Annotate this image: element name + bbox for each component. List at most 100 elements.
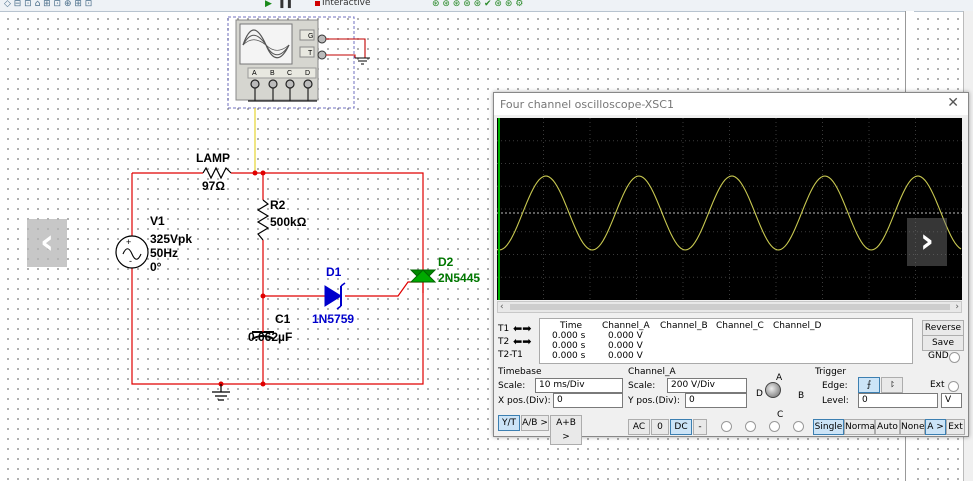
gnd-label: GND [928,351,949,361]
d1-diode[interactable] [324,282,346,310]
ground-symbol[interactable] [212,384,230,401]
dc-coupling-button[interactable]: DC [670,419,692,435]
channel-select-knob[interactable] [765,382,781,398]
t1-time: 0.000 s [552,331,586,341]
ext-label: Ext [930,380,945,390]
coupling-radio-1[interactable] [721,421,732,432]
source-phase: 0° [150,260,162,274]
zero-coupling-button[interactable]: 0 [651,419,669,435]
scroll-right-icon[interactable]: › [955,302,959,312]
d1-part: 1N5759 [312,312,354,326]
terminal-t[interactable] [317,50,327,60]
r2-resistor[interactable] [256,199,270,241]
cursor-readout-table: Time Channel_A Channel_B Channel_C Chann… [539,318,913,364]
t1-label: T1 [498,324,510,334]
r2-name: R2 [270,198,286,212]
junction-top [260,170,266,176]
lamp-resistor[interactable] [202,166,232,180]
terminal-b-label: B [270,70,275,77]
yt-mode-button[interactable]: Y/T [498,415,520,431]
coupling-radio-3[interactable] [769,421,780,432]
d2-thyristor[interactable] [409,269,437,283]
coupling-radio-2[interactable] [745,421,756,432]
chevron-right-icon: › [919,221,934,261]
ac-voltage-source[interactable] [115,235,149,269]
junction-bottom [260,381,266,387]
level-label: Level: [822,396,849,406]
t2-t1-label: T2-T1 [498,350,523,360]
falling-edge-icon[interactable]: ⥏ [881,377,903,393]
t2-t1-channel-a: 0.000 V [608,351,643,361]
gnd-radio[interactable] [949,352,960,363]
t2-arrows-icon[interactable]: ⬅➡ [513,335,531,348]
timebase-scale-field[interactable]: 10 ms/Div [535,378,623,393]
channel-scale-label: Scale: [628,381,656,391]
knob-b-label: B [798,391,805,401]
terminal-d-label: D [305,70,310,77]
auto-trigger-button[interactable]: Auto [875,419,900,435]
a-trigger-button[interactable]: A > [925,419,946,435]
close-icon[interactable]: ✕ [947,95,959,111]
header-channel-d: Channel_D [773,321,822,331]
t1-arrows-icon[interactable]: ⬅➡ [513,322,531,335]
none-trigger-button[interactable]: None [900,419,925,435]
c1-name: C1 [275,312,291,326]
svg-text:-: - [129,256,132,266]
ac-coupling-button[interactable]: AC [628,419,650,435]
coupling-radio-4[interactable] [793,421,804,432]
t2-label: T2 [498,337,510,347]
oscilloscope-title: Four channel oscilloscope-XSC1 [500,98,674,111]
oscilloscope-window[interactable]: Four channel oscilloscope-XSC1 ✕ › ‹ › T… [493,92,969,445]
terminal-d[interactable] [303,79,313,89]
timebase-title: Timebase [498,367,542,377]
t2-time: 0.000 s [552,341,586,351]
oscilloscope-display[interactable]: › [497,118,962,300]
ab-mode-button[interactable]: A/B > [521,415,549,431]
timebase-scale-label: Scale: [498,381,526,391]
invert-button[interactable]: - [693,419,707,435]
y-pos-field[interactable]: 0 [685,393,747,408]
terminal-a[interactable] [250,79,260,89]
level-field[interactable]: 0 [858,393,938,408]
ext-trigger-button[interactable]: Ext [946,419,965,435]
channel-scale-field[interactable]: 200 V/Div [667,378,747,393]
oscilloscope-titlebar[interactable]: Four channel oscilloscope-XSC1 ✕ [494,93,968,115]
trigger-title: Trigger [815,367,847,377]
next-image-button[interactable]: › [907,218,947,266]
terminal-c[interactable] [285,79,295,89]
knob-c-label: C [777,410,784,420]
t1-channel-a: 0.000 V [608,331,643,341]
level-unit-field[interactable]: V [941,393,962,408]
d2-name: D2 [438,255,454,269]
reverse-button[interactable]: Reverse [922,320,964,336]
single-trigger-button[interactable]: Single [813,419,844,435]
rising-edge-icon[interactable]: ⨍ [858,377,880,393]
terminal-b[interactable] [268,79,278,89]
knob-d-label: D [756,389,763,399]
source-voltage: 325Vpk [150,232,192,246]
edge-label: Edge: [822,381,848,391]
terminal-c-label: C [287,70,292,77]
header-time: Time [560,321,583,331]
a-plus-b-mode-button[interactable]: A+B > [550,415,582,445]
knob-a-label: A [776,373,783,383]
terminal-g[interactable] [317,34,327,44]
svg-text:+: + [126,237,131,247]
display-scrollbar[interactable]: ‹ › [497,301,962,313]
r2-value: 500kΩ [270,215,307,229]
normal-trigger-button[interactable]: Normal [844,419,878,435]
ext-trigger-radio[interactable] [948,381,959,392]
previous-image-button[interactable]: ‹ [27,219,67,267]
chevron-left-icon: ‹ [39,222,54,262]
save-button[interactable]: Save [922,335,964,351]
c1-value: 0.062µF [248,330,292,344]
header-channel-b: Channel_B [660,321,708,331]
scrollbar-thumb[interactable] [510,304,950,310]
x-pos-field[interactable]: 0 [553,393,623,408]
d1-name: D1 [326,265,342,279]
source-frequency: 50Hz [150,246,178,260]
scroll-left-icon[interactable]: ‹ [500,302,504,312]
terminal-g-label: G [308,33,313,40]
y-pos-label: Y pos.(Div): [628,396,680,406]
x-pos-label: X pos.(Div): [498,396,551,406]
